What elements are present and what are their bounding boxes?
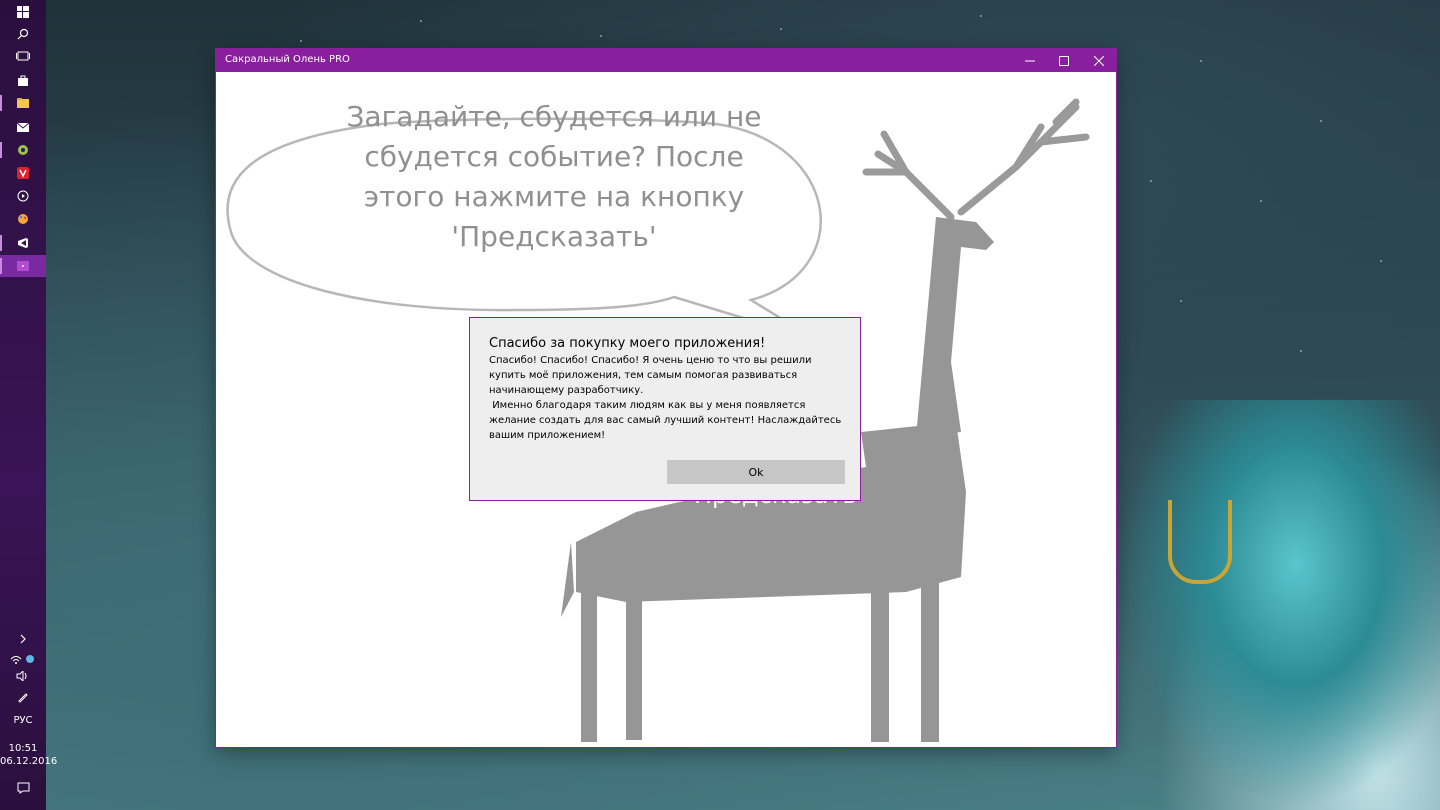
volume-button[interactable] xyxy=(0,665,46,687)
ok-button[interactable]: Ok xyxy=(667,460,845,484)
pen-icon xyxy=(18,693,28,703)
wallpaper-illustration xyxy=(1120,400,1440,810)
folder-icon xyxy=(17,98,29,108)
wifi-icon xyxy=(10,655,34,664)
visual-studio-icon xyxy=(18,238,28,248)
palette-icon xyxy=(18,214,28,224)
show-hidden-icons-button[interactable] xyxy=(0,628,46,650)
minimize-icon xyxy=(1025,60,1035,61)
action-center-button[interactable] xyxy=(0,777,46,799)
taskbar-app-green[interactable] xyxy=(0,139,46,161)
prompt-bubble-text: Загадайте, сбудется или не сбудется собы… xyxy=(346,100,762,253)
taskbar-paint[interactable] xyxy=(0,208,46,230)
taskbar-vivaldi[interactable] xyxy=(0,162,46,184)
windows-icon xyxy=(17,6,29,18)
window-title: Сакральный Олень PRO xyxy=(225,54,350,65)
close-button[interactable] xyxy=(1082,49,1116,72)
search-icon xyxy=(17,28,29,40)
maximize-button[interactable] xyxy=(1047,49,1081,72)
app-tile-icon xyxy=(17,261,29,271)
taskbar-media-player[interactable] xyxy=(0,185,46,207)
speaker-icon xyxy=(16,671,27,681)
notification-icon xyxy=(17,782,29,794)
task-view-button[interactable] xyxy=(0,45,46,67)
thank-you-dialog: Спасибо за покупку моего приложения! Спа… xyxy=(469,317,861,501)
title-bar[interactable]: Сакральный Олень PRO xyxy=(216,49,1116,72)
taskbar-store[interactable] xyxy=(0,69,46,91)
chevron-right-icon xyxy=(20,634,26,644)
taskbar: РУС 10:51 06.12.2016 xyxy=(0,0,57,810)
taskbar-active-app[interactable] xyxy=(0,255,46,277)
start-button[interactable] xyxy=(0,1,46,23)
store-icon xyxy=(18,75,28,86)
pen-button[interactable] xyxy=(0,686,46,708)
taskbar-mail[interactable] xyxy=(0,116,46,138)
taskbar-explorer[interactable] xyxy=(0,92,46,114)
dialog-message: Спасибо! Спасибо! Спасибо! Я очень ценю … xyxy=(489,355,842,441)
vivaldi-icon xyxy=(17,167,29,179)
close-icon xyxy=(1094,55,1104,66)
task-view-icon xyxy=(16,51,30,61)
media-player-icon xyxy=(17,190,29,202)
minimize-button[interactable] xyxy=(1013,49,1047,72)
dialog-title: Спасибо за покупку моего приложения! xyxy=(489,336,766,351)
mail-icon xyxy=(17,122,29,132)
clock-date[interactable]: 06.12.2016 xyxy=(0,756,57,767)
app-gear-icon xyxy=(18,145,28,155)
input-language[interactable]: РУС xyxy=(0,715,46,726)
lyre-emblem xyxy=(1168,500,1232,584)
taskbar-visual-studio[interactable] xyxy=(0,232,46,254)
clock-time[interactable]: 10:51 xyxy=(0,743,46,754)
search-button[interactable] xyxy=(0,23,46,45)
maximize-icon xyxy=(1059,55,1069,66)
